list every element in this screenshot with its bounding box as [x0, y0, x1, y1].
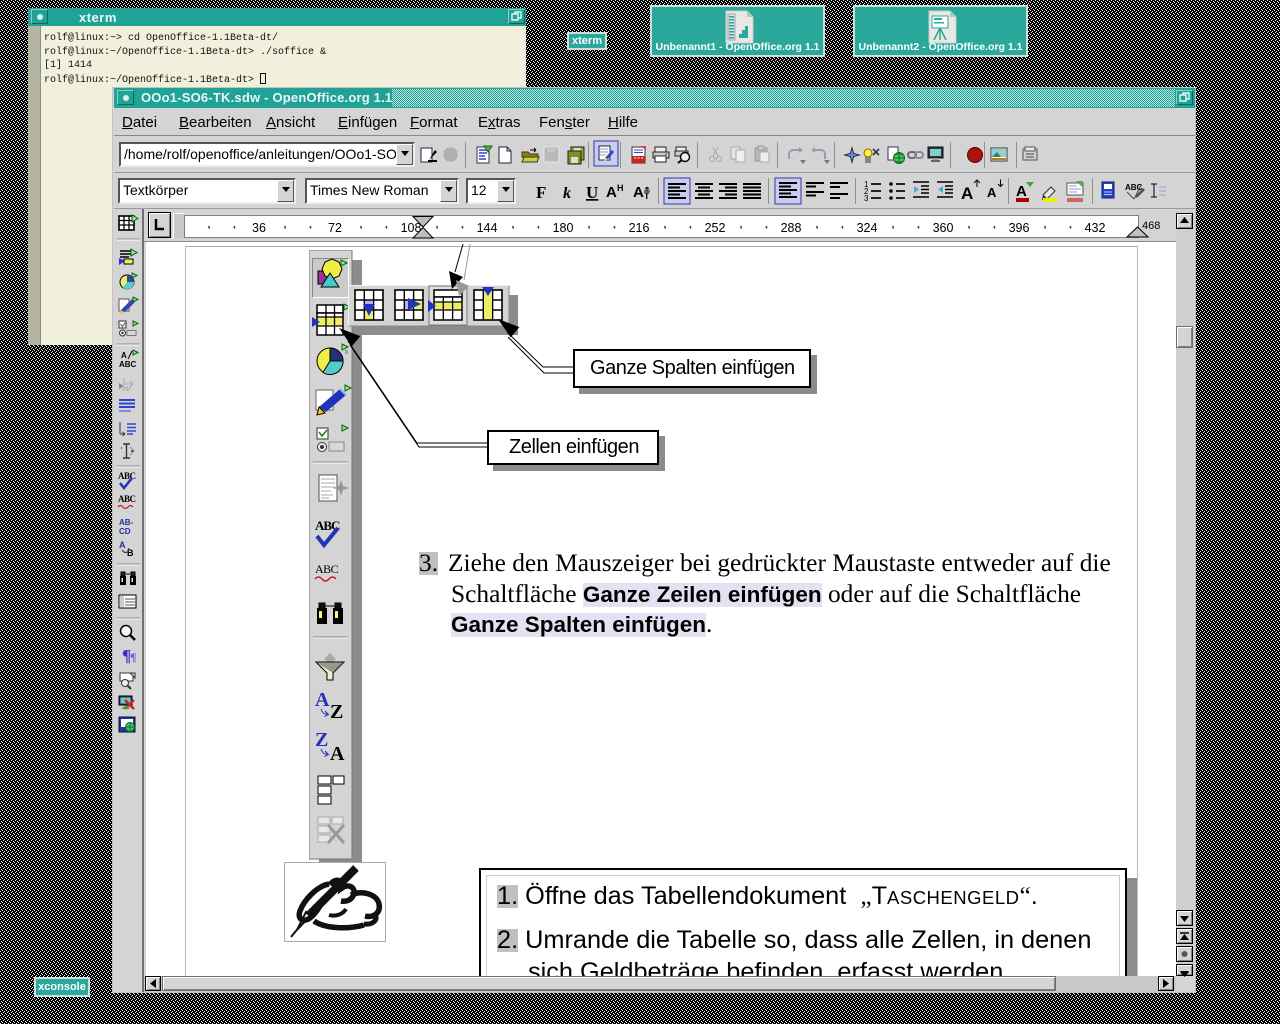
svg-text:A: A — [633, 184, 644, 201]
svg-text:A: A — [987, 185, 997, 200]
svg-text:3: 3 — [864, 194, 869, 203]
svg-text:324: 324 — [857, 221, 878, 235]
svg-text:252: 252 — [705, 221, 726, 235]
svg-text:U: U — [586, 183, 598, 202]
svg-text:A: A — [121, 351, 127, 360]
svg-text:F: F — [536, 183, 546, 202]
svg-text:360: 360 — [933, 221, 954, 235]
svg-text:396: 396 — [1009, 221, 1030, 235]
svg-text:T: T — [644, 191, 650, 201]
svg-text:432: 432 — [1085, 221, 1106, 235]
svg-text:AB-: AB- — [119, 518, 134, 527]
svg-text:180: 180 — [553, 221, 574, 235]
svg-text:288: 288 — [781, 221, 802, 235]
svg-text:H: H — [617, 183, 624, 193]
svg-text:A: A — [961, 184, 973, 203]
svg-text:36: 36 — [252, 221, 266, 235]
svg-text:ABC: ABC — [118, 494, 136, 504]
svg-text:CD: CD — [119, 527, 131, 536]
svg-text:ABC: ABC — [118, 471, 136, 481]
svg-text:A: A — [1016, 183, 1027, 200]
svg-text:A: A — [606, 184, 617, 201]
svg-text:inr: inr — [123, 386, 131, 393]
svg-text:k: k — [563, 185, 571, 202]
svg-text:A: A — [119, 540, 126, 550]
svg-text:ABC: ABC — [119, 360, 137, 369]
svg-text:144: 144 — [477, 221, 498, 235]
svg-text:¶: ¶ — [130, 650, 136, 664]
svg-text:216: 216 — [629, 221, 650, 235]
svg-text:72: 72 — [328, 221, 342, 235]
